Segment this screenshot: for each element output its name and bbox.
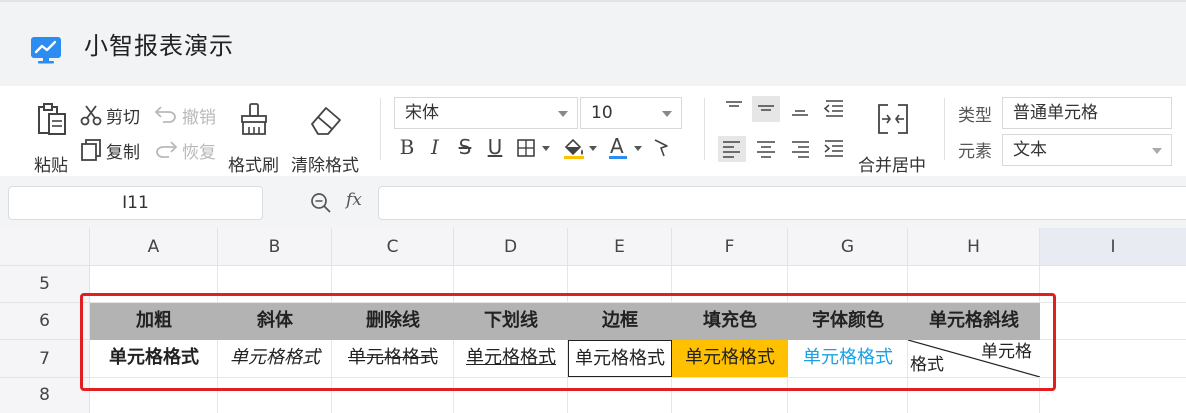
align-right-icon — [792, 141, 809, 158]
format-painter-label: 格式刷 — [228, 156, 279, 176]
decrease-indent-button[interactable] — [820, 96, 848, 122]
type-field[interactable]: 普通单元格 — [1002, 97, 1172, 129]
underline-button[interactable]: U — [484, 134, 506, 160]
scissors-icon — [80, 105, 102, 126]
font-color-button[interactable]: A — [608, 134, 646, 160]
column-header-i[interactable]: I — [1040, 228, 1186, 266]
eraser-icon — [311, 107, 341, 135]
chevron-down-icon — [558, 111, 568, 117]
align-right-button[interactable] — [786, 136, 814, 162]
element-value: 文本 — [1013, 140, 1047, 160]
title-bar: 小智报表演示 — [0, 2, 1186, 86]
monitor-chart-icon — [31, 37, 61, 64]
bold-button[interactable]: B — [396, 134, 418, 160]
row-header-7[interactable]: 7 — [0, 340, 90, 378]
chevron-down-icon — [1152, 148, 1162, 154]
merge-center-button[interactable]: 合并居中 — [856, 100, 932, 176]
align-center-icon — [757, 141, 775, 158]
merge-center-label: 合并居中 — [858, 156, 926, 176]
element-label: 元素 — [958, 142, 992, 162]
ribbon-separator — [944, 98, 945, 160]
borders-button[interactable] — [516, 138, 554, 160]
app-title: 小智报表演示 — [84, 32, 234, 60]
type-label: 类型 — [958, 106, 992, 126]
column-header-b[interactable]: B — [218, 228, 332, 266]
align-center-button[interactable] — [752, 136, 780, 162]
formula-input[interactable] — [378, 186, 1186, 220]
align-middle-button[interactable] — [752, 96, 780, 122]
merge-cells-icon — [878, 104, 908, 134]
highlight-box — [80, 293, 1056, 391]
align-top-icon — [726, 101, 742, 107]
spreadsheet-grid: A B C D E F G H I 5 6 7 8 加粗 斜体 删除线 下划线 … — [0, 228, 1186, 413]
zoom-search-icon[interactable] — [310, 192, 332, 214]
brush-icon — [241, 103, 267, 135]
row-header-6[interactable]: 6 — [0, 303, 90, 340]
undo-icon — [154, 106, 176, 123]
indent-left-icon — [823, 100, 843, 117]
paste-label: 粘贴 — [34, 156, 68, 176]
element-select[interactable]: 文本 — [1002, 134, 1172, 166]
clipboard-icon — [38, 103, 66, 135]
type-value: 普通单元格 — [1013, 103, 1098, 123]
align-middle-icon — [758, 105, 774, 111]
italic-button[interactable]: I — [424, 134, 446, 160]
column-header-e[interactable]: E — [568, 228, 672, 266]
redo-icon — [156, 141, 178, 158]
cut-label: 剪切 — [106, 108, 140, 128]
align-left-button[interactable] — [718, 136, 746, 162]
format-painter-button[interactable]: 格式刷 — [226, 100, 286, 176]
ribbon-separator — [380, 98, 381, 160]
font-color-glyph: A — [610, 134, 624, 158]
copy-label: 复制 — [106, 143, 140, 163]
align-left-icon — [723, 141, 740, 158]
border-grid-icon — [517, 139, 535, 157]
indent-right-icon — [824, 140, 843, 157]
align-bottom-button[interactable] — [786, 96, 814, 122]
font-color-swatch — [609, 156, 627, 159]
chevron-down-icon — [589, 146, 597, 151]
formula-bar: I11 fx — [0, 176, 1186, 228]
fill-color-button[interactable] — [562, 136, 600, 160]
column-header-c[interactable]: C — [332, 228, 454, 266]
font-family-select[interactable]: 宋体 — [394, 97, 578, 129]
increase-indent-button[interactable] — [820, 136, 848, 162]
strikethrough-button[interactable]: S — [454, 134, 476, 160]
copy-button[interactable]: 复制 — [80, 136, 146, 164]
column-header-g[interactable]: G — [788, 228, 908, 266]
redo-button[interactable]: 恢复 — [154, 136, 220, 164]
font-size-value: 10 — [591, 103, 613, 123]
font-family-value: 宋体 — [405, 103, 439, 123]
grid-corner[interactable] — [0, 228, 90, 266]
paste-button[interactable]: 粘贴 — [30, 100, 76, 176]
font-size-select[interactable]: 10 — [580, 97, 682, 129]
fx-label: fx — [346, 190, 362, 210]
column-header-h[interactable]: H — [908, 228, 1040, 266]
column-header-d[interactable]: D — [454, 228, 568, 266]
ribbon-toolbar: 粘贴 剪切 复制 撤销 恢复 格式刷 清除格式 宋体 10 B I S U A … — [0, 86, 1186, 176]
column-header-a[interactable]: A — [90, 228, 218, 266]
copy-icon — [81, 139, 101, 161]
chevron-down-icon — [542, 146, 550, 151]
ribbon-separator — [704, 98, 705, 160]
redo-label: 恢复 — [182, 143, 216, 163]
undo-label: 撤销 — [182, 108, 216, 128]
column-header-f[interactable]: F — [672, 228, 788, 266]
chevron-down-icon — [662, 111, 672, 117]
cursor-select-button[interactable] — [652, 138, 672, 160]
cell-reference-box[interactable]: I11 — [8, 186, 263, 220]
clear-format-button[interactable]: 清除格式 — [290, 100, 366, 176]
align-top-button[interactable] — [720, 96, 748, 122]
cut-button[interactable]: 剪切 — [80, 102, 146, 130]
row-header-5[interactable]: 5 — [0, 266, 90, 303]
clear-format-label: 清除格式 — [291, 156, 359, 176]
cursor-icon — [654, 139, 668, 157]
undo-button[interactable]: 撤销 — [154, 102, 220, 130]
chevron-down-icon — [634, 146, 642, 151]
row-header-8[interactable]: 8 — [0, 378, 90, 413]
align-bottom-icon — [792, 110, 808, 116]
paint-bucket-icon — [564, 138, 584, 159]
